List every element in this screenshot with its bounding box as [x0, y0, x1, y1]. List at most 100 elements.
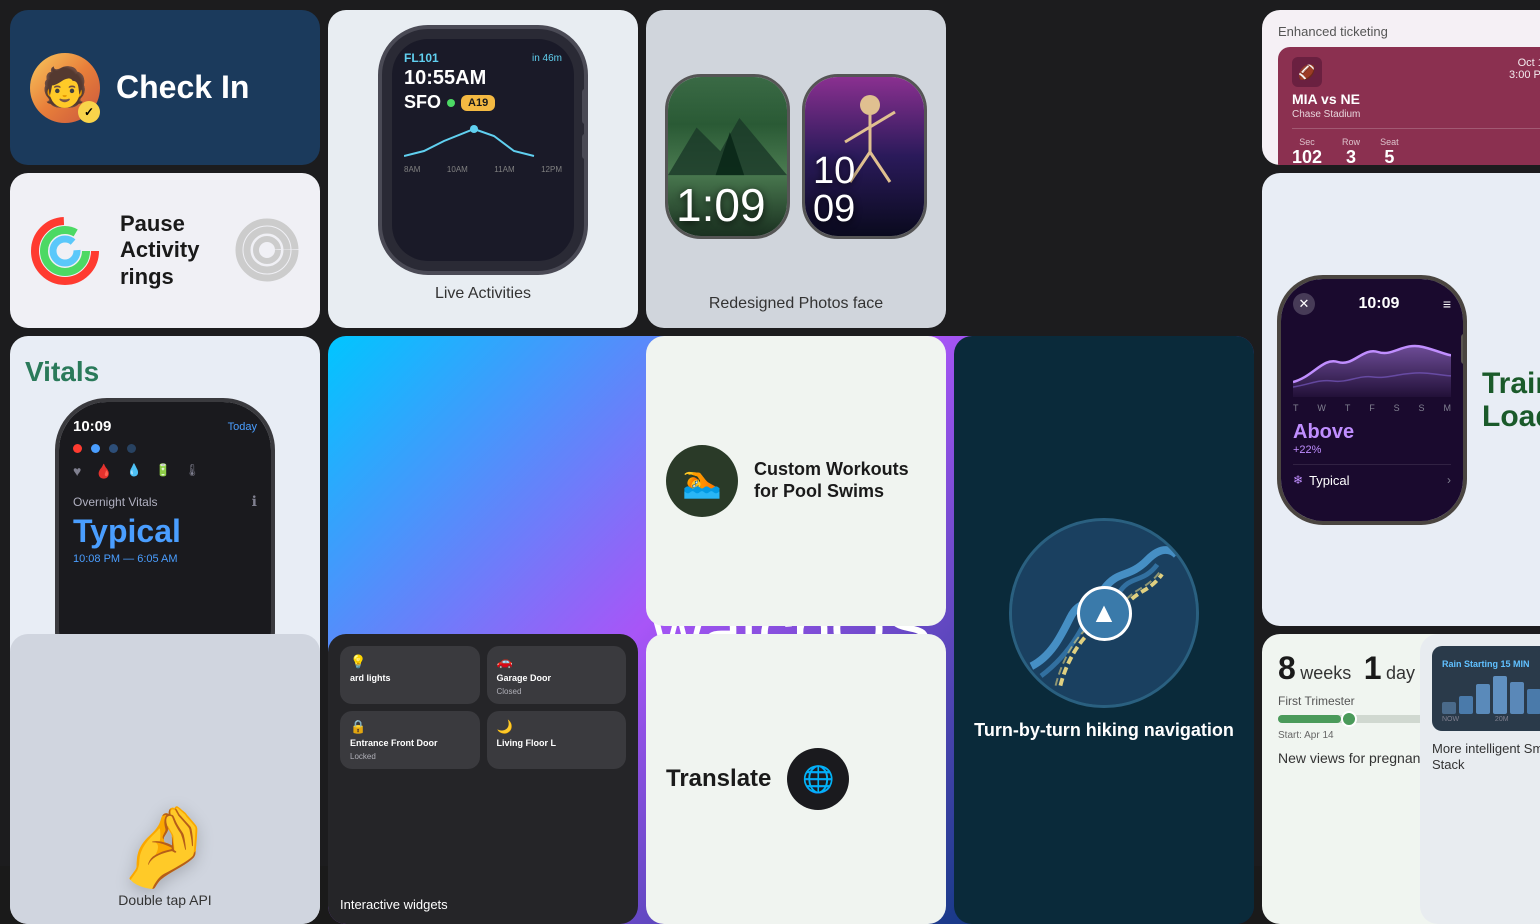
doubletap-tile: 🤌 Double tap API	[10, 634, 320, 924]
activity-rings-icon	[30, 216, 100, 286]
translate-tile: Translate 🌐	[646, 634, 946, 924]
widget-door: 🔒 Entrance Front Door Locked	[340, 711, 480, 769]
garage-title: Garage Door	[497, 673, 617, 684]
pregnancy-days-label: day	[1386, 663, 1415, 683]
vitals-label: Vitals	[25, 356, 99, 388]
photo-watch-1: 1:09	[665, 74, 790, 239]
vitals-dots	[73, 444, 257, 453]
pregnancy-days-num: 1	[1364, 650, 1382, 686]
live-activities-tile: FL101 in 46m 10:55AM SFO A19 8AM10AM11A	[328, 10, 638, 328]
training-tile: ✕ 10:09 ≡	[1262, 173, 1540, 626]
flight-number: FL101	[404, 51, 439, 65]
ticket-sec-label: Sec	[1299, 137, 1315, 147]
flight-status-dot	[447, 99, 455, 107]
live-watch: FL101 in 46m 10:55AM SFO A19 8AM10AM11A	[378, 25, 588, 275]
ticket-seat-val: 5	[1384, 147, 1394, 165]
doubletap-label: Double tap API	[118, 892, 211, 908]
checkin-avatar: 🧑	[30, 53, 100, 123]
vitals-time-range: 10:08 PM — 6:05 AM	[73, 553, 257, 565]
hiking-text: Turn-by-turn hiking navigation	[974, 720, 1234, 742]
ticket-time: 3:00 PM	[1509, 69, 1540, 81]
smartstack-label: More intelligent Smart Stack	[1432, 741, 1540, 772]
widgets-label: Interactive widgets	[340, 897, 626, 912]
ticket-logo: 🏈	[1292, 57, 1322, 87]
widget-garage: 🚗 Garage Door Closed	[487, 646, 627, 704]
ticket-seat: Seat 5	[1380, 137, 1399, 165]
avatar-emoji: 🧑	[41, 66, 88, 110]
ticket-row-label: Row	[1342, 137, 1360, 147]
doubletap-hand-emoji: 🤌	[115, 800, 215, 894]
training-days: TWTFSSM	[1293, 403, 1451, 413]
vitals-time: 10:09	[73, 418, 111, 435]
training-label: Training Load	[1482, 367, 1540, 433]
ticketing-header: Enhanced ticketing	[1278, 24, 1540, 39]
garage-status: Closed	[497, 687, 617, 696]
training-pct: +22%	[1293, 444, 1451, 456]
gate-badge: A19	[461, 95, 495, 111]
ticket-sec-val: 102	[1292, 147, 1322, 165]
smartstack-card: Rain Starting 15 MIN NOW20M40M	[1432, 646, 1540, 731]
main-grid: 🧑 Check In Pause Activity rings FL101	[0, 0, 1540, 866]
training-typical: Typical	[1309, 473, 1349, 488]
photos-watches: 1:09 1009	[665, 25, 927, 287]
widget-floor: 🌙 Living Floor L	[487, 711, 627, 769]
workouts-icon: 🏊	[666, 445, 738, 517]
ticket-date: Oct 19	[1509, 57, 1540, 69]
flight-time: 10:55AM	[404, 67, 562, 90]
door-status: Locked	[350, 752, 470, 761]
photo-watch-2-time: 1009	[813, 152, 855, 228]
translate-title: Translate	[666, 765, 771, 793]
flight-graph	[404, 121, 562, 161]
training-menu-icon: ≡	[1443, 296, 1451, 312]
pregnancy-dot	[1341, 711, 1357, 727]
ticket-seat-label: Seat	[1380, 137, 1399, 147]
widgets-tile: 💡 ard lights 🚗 Garage Door Closed 🔒 Entr…	[328, 634, 638, 924]
vitals-icons: ♥ 🩸 💧 🔋 🌡	[73, 463, 257, 480]
widget-lights: 💡 ard lights	[340, 646, 480, 704]
widgets-row-2: 🔒 Entrance Front Door Locked 🌙 Living Fl…	[340, 711, 626, 769]
door-title: Entrance Front Door	[350, 738, 470, 749]
floor-icon: 🌙	[497, 719, 513, 735]
workouts-tile: 🏊 Custom Workouts for Pool Swims	[646, 336, 946, 626]
training-above: Above	[1293, 421, 1451, 444]
activity-text: Pause Activity rings	[120, 211, 215, 290]
photo-watch-2: 1009	[802, 74, 927, 239]
hiking-map: ▲	[1009, 518, 1199, 708]
lights-title: ard lights	[350, 673, 470, 684]
vitals-status: Typical	[73, 514, 257, 549]
ticketing-tile: Enhanced ticketing 🏈 Oct 19 3:00 PM MIA …	[1262, 10, 1540, 165]
workouts-title: Custom Workouts for Pool Swims	[754, 459, 926, 502]
photos-face-label: Redesigned Photos face	[709, 295, 883, 313]
ticket-row: Row 3	[1342, 137, 1360, 165]
smartstack-times: NOW20M40M	[1442, 716, 1540, 723]
smartstack-title: Rain Starting 15 MIN	[1442, 659, 1530, 669]
live-screen: FL101 in 46m 10:55AM SFO A19 8AM10AM11A	[392, 39, 574, 261]
photo-watch-1-time: 1:09	[676, 182, 779, 228]
training-close-btn: ✕	[1293, 293, 1315, 315]
pause-rings-icon	[235, 218, 300, 283]
flight-times: 8AM10AM11AM12PM	[404, 165, 562, 174]
training-chart	[1293, 327, 1451, 397]
ticket-seats: Sec 102 Row 3 Seat 5	[1292, 128, 1540, 165]
flight-city: SFO	[404, 92, 441, 113]
mountain-svg	[668, 97, 787, 177]
checkin-tile: 🧑 Check In	[10, 10, 320, 165]
live-activities-label: Live Activities	[435, 285, 531, 303]
pregnancy-weeks-num: 8	[1278, 650, 1296, 686]
training-time: 10:09	[1358, 295, 1399, 313]
checkin-title: Check In	[116, 70, 249, 105]
photos-face-tile: 1:09 1009 Redes	[646, 10, 946, 328]
nav-icon: ▲	[1077, 586, 1132, 641]
ticket-teams: MIA vs NE	[1292, 91, 1540, 107]
ticket-card: 🏈 Oct 19 3:00 PM MIA vs NE Chase Stadium…	[1278, 47, 1540, 165]
training-screen: ✕ 10:09 ≡	[1281, 279, 1463, 521]
flight-arrive: in 46m	[532, 53, 562, 64]
door-icon: 🔒	[350, 719, 366, 735]
vitals-date: Today	[228, 421, 257, 433]
training-watch: ✕ 10:09 ≡	[1277, 275, 1467, 525]
widgets-row-1: 💡 ard lights 🚗 Garage Door Closed	[340, 646, 626, 704]
translate-icon: 🌐	[787, 748, 849, 810]
ticket-row-val: 3	[1346, 147, 1356, 165]
garage-icon: 🚗	[497, 654, 513, 670]
ticket-date-block: Oct 19 3:00 PM	[1509, 57, 1540, 81]
